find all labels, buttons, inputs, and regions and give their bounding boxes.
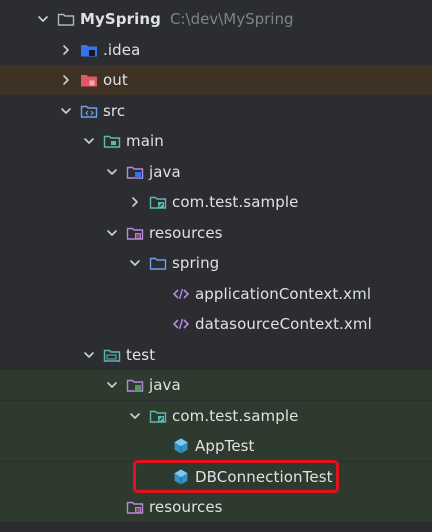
tree-item-label: out [103,71,128,89]
chevron-down-icon[interactable] [104,164,120,180]
tree-item-label: java [149,162,181,181]
chevron-down-icon[interactable] [58,103,74,119]
chevron-down-icon[interactable] [35,11,51,27]
chevron-down-icon[interactable] [104,377,120,393]
test-folder-icon [103,346,121,364]
test-class-icon [172,437,190,455]
tree-row-java[interactable]: java [0,370,432,400]
project-path-hint: C:\dev\MySpring [170,10,294,28]
tree-row-idea[interactable]: .idea [0,35,432,65]
folder-icon [149,254,167,272]
tree-row-resources[interactable]: resources [0,218,432,248]
tree-row-src[interactable]: src [0,96,432,126]
tree-row-spring[interactable]: spring [0,248,432,278]
tree-row-java[interactable]: java [0,157,432,187]
tree-item-label: spring [172,254,220,272]
chevron-right-icon[interactable] [58,72,74,88]
tree-row-resources[interactable]: resources [0,492,432,522]
test-class-icon [172,468,190,486]
tree-item-label: MySpring [80,10,162,28]
excluded-folder-icon [80,71,98,89]
project-tree: MySpring C:\dev\MySpring .idea out src main ja… [0,0,432,532]
xml-file-icon [172,285,190,303]
test-java-root-icon [126,376,144,394]
tree-row-apptest[interactable]: AppTest [0,431,432,461]
chevron-right-icon[interactable] [58,42,74,58]
package-icon [149,193,167,211]
resources-root-icon [126,224,144,242]
test-resources-root-icon [126,498,144,516]
tree-row-datasourcecontext-xml[interactable]: datasourceContext.xml [0,309,432,339]
tree-item-label: applicationContext.xml [195,284,372,303]
tree-item-label: src [103,101,126,120]
chevron-down-icon[interactable] [127,255,143,271]
source-folder-icon [80,102,98,120]
tree-row-out[interactable]: out [0,65,432,95]
tree-row-myspring[interactable]: MySpring C:\dev\MySpring [0,4,432,34]
tree-item-label: com.test.sample [172,406,299,425]
project-folder-icon [57,10,75,28]
tree-item-label: java [149,376,181,394]
tree-item-label: com.test.sample [172,193,299,211]
tree-item-label: AppTest [195,437,255,455]
tree-item-label: .idea [103,40,141,59]
tree-row-applicationcontext-xml[interactable]: applicationContext.xml [0,279,432,309]
xml-file-icon [172,315,190,333]
tree-row-test[interactable]: test [0,340,432,370]
tree-row-main[interactable]: main [0,126,432,156]
idea-folder-icon [80,41,98,59]
package-icon [149,407,167,425]
tree-item-label: main [126,132,164,150]
chevron-right-icon[interactable] [127,194,143,210]
tree-row-com-test-sample[interactable]: com.test.sample [0,400,432,431]
tree-item-label: datasourceContext.xml [195,315,372,333]
chevron-down-icon[interactable] [104,225,120,241]
tree-item-label: DBConnectionTest [195,467,333,486]
module-folder-icon [103,132,121,150]
tree-row-com-test-sample[interactable]: com.test.sample [0,187,432,217]
chevron-down-icon[interactable] [81,133,97,149]
tree-item-label: resources [149,498,223,516]
tree-row-unnamed[interactable] [0,523,432,532]
chevron-down-icon[interactable] [127,408,143,424]
tree-item-label: test [126,345,156,364]
source-folder-icon [80,529,98,532]
tree-row-dbconnectiontest[interactable]: DBConnectionTest [0,461,432,492]
java-source-root-icon [126,163,144,181]
tree-item-label: resources [149,223,223,242]
chevron-down-icon[interactable] [81,347,97,363]
